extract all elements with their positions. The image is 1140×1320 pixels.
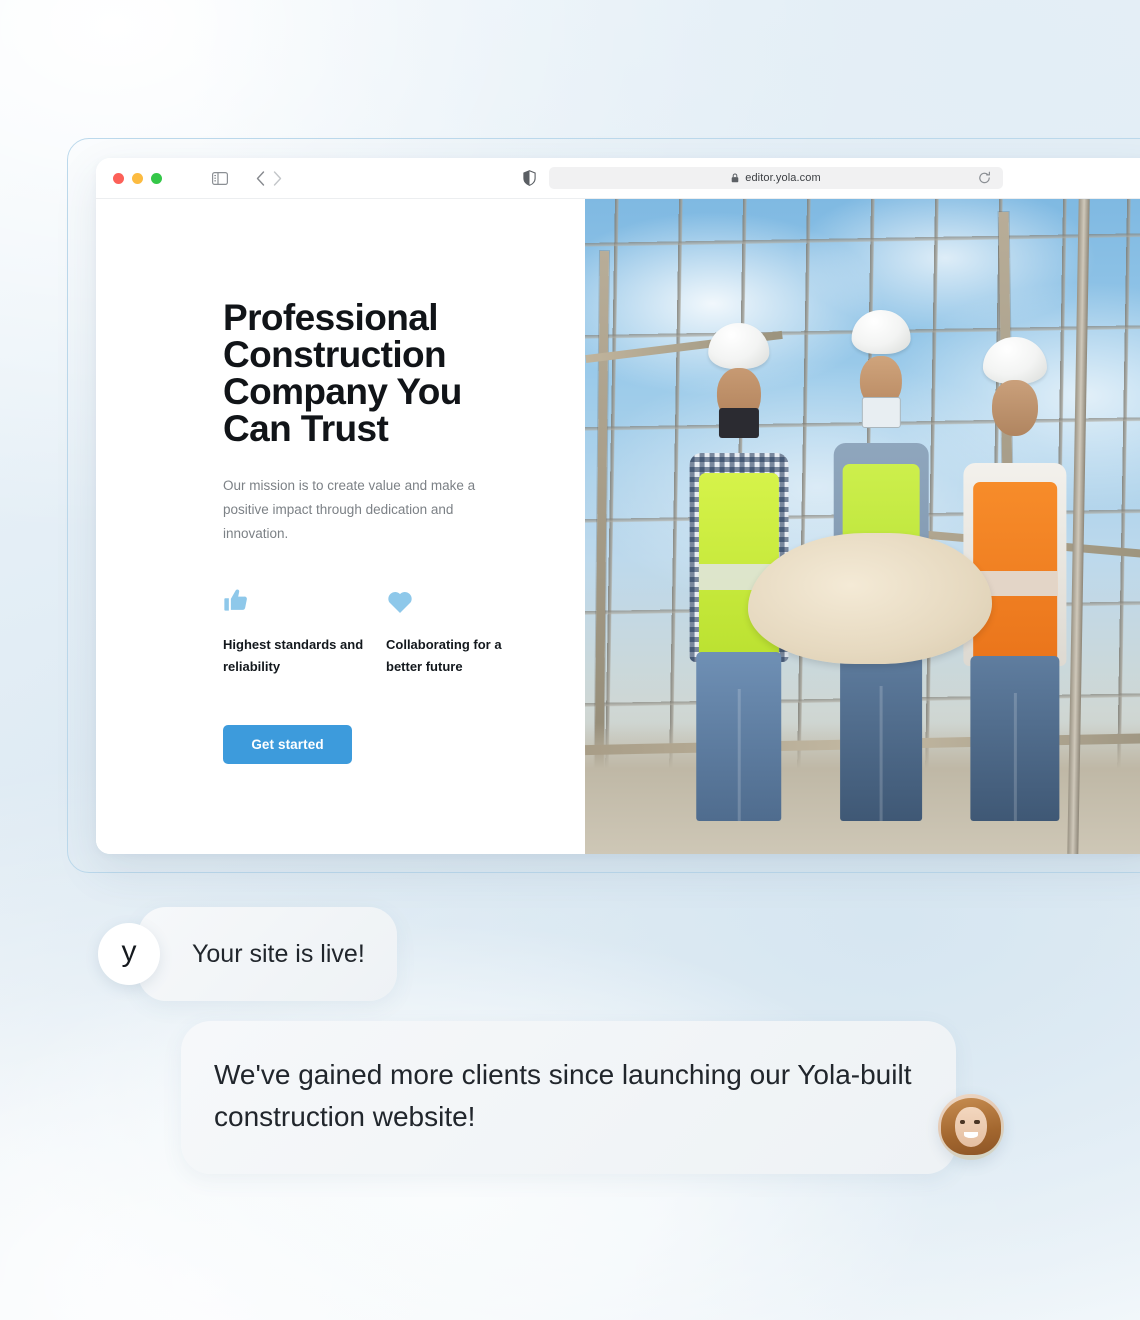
- shield-icon[interactable]: [523, 170, 536, 186]
- construction-site-photo: [585, 199, 1140, 854]
- feature-item: Collaborating for a better future: [386, 586, 549, 679]
- chat-bubble: We've gained more clients since launchin…: [181, 1021, 956, 1174]
- sunglasses-icon: [862, 397, 901, 428]
- worker-jeans: [696, 651, 782, 822]
- close-window-button[interactable]: [113, 172, 124, 184]
- reload-icon[interactable]: [978, 171, 991, 185]
- page-title: Professional Construction Company You Ca…: [223, 297, 462, 449]
- feature-label: Highest standards and reliability: [223, 637, 364, 675]
- chat-message-row: y Your site is live!: [98, 907, 397, 1001]
- worker-jeans: [970, 656, 1060, 822]
- feature-item: Highest standards and reliability: [223, 586, 386, 679]
- hero-text-column: Professional Construction Company You Ca…: [96, 199, 585, 854]
- hard-hat-icon: [982, 336, 1048, 385]
- page-stage: editor.yola.com Professional Constructio…: [0, 0, 1140, 1320]
- thumbs-up-icon: [223, 586, 386, 614]
- zoom-window-button[interactable]: [151, 172, 162, 184]
- chat-message-row: We've gained more clients since launchin…: [181, 1021, 1004, 1174]
- browser-window: editor.yola.com Professional Constructio…: [96, 158, 1140, 854]
- heart-icon: [386, 586, 549, 614]
- window-traffic-lights: [113, 172, 162, 184]
- feature-list: Highest standards and reliability Collab…: [223, 586, 585, 679]
- worker-head: [991, 380, 1038, 437]
- back-button[interactable]: [256, 170, 265, 186]
- hero-image-column: [585, 199, 1140, 854]
- minimize-window-button[interactable]: [132, 172, 143, 184]
- chat-bubble: Your site is live!: [138, 907, 397, 1001]
- sunglasses-icon: [718, 408, 759, 438]
- customer-photo-avatar: [938, 1094, 1004, 1160]
- yola-logo-avatar: y: [98, 923, 160, 985]
- hero-subtitle: Our mission is to create value and make …: [223, 478, 476, 542]
- browser-toolbar: editor.yola.com: [96, 158, 1140, 199]
- address-bar[interactable]: editor.yola.com: [549, 167, 1003, 189]
- browser-navigation: [256, 170, 282, 186]
- url-text: editor.yola.com: [745, 172, 821, 184]
- lock-icon: [731, 173, 739, 183]
- website-viewport: Professional Construction Company You Ca…: [96, 199, 1140, 854]
- feature-label: Collaborating for a better future: [386, 637, 502, 675]
- get-started-button[interactable]: Get started: [223, 724, 352, 764]
- hard-hat-icon: [851, 310, 911, 354]
- worker-jeans: [840, 647, 923, 822]
- forward-button[interactable]: [273, 170, 282, 186]
- hard-hat-icon: [708, 323, 770, 369]
- sidebar-toggle-icon[interactable]: [212, 171, 228, 185]
- blueprint-document: [747, 533, 992, 665]
